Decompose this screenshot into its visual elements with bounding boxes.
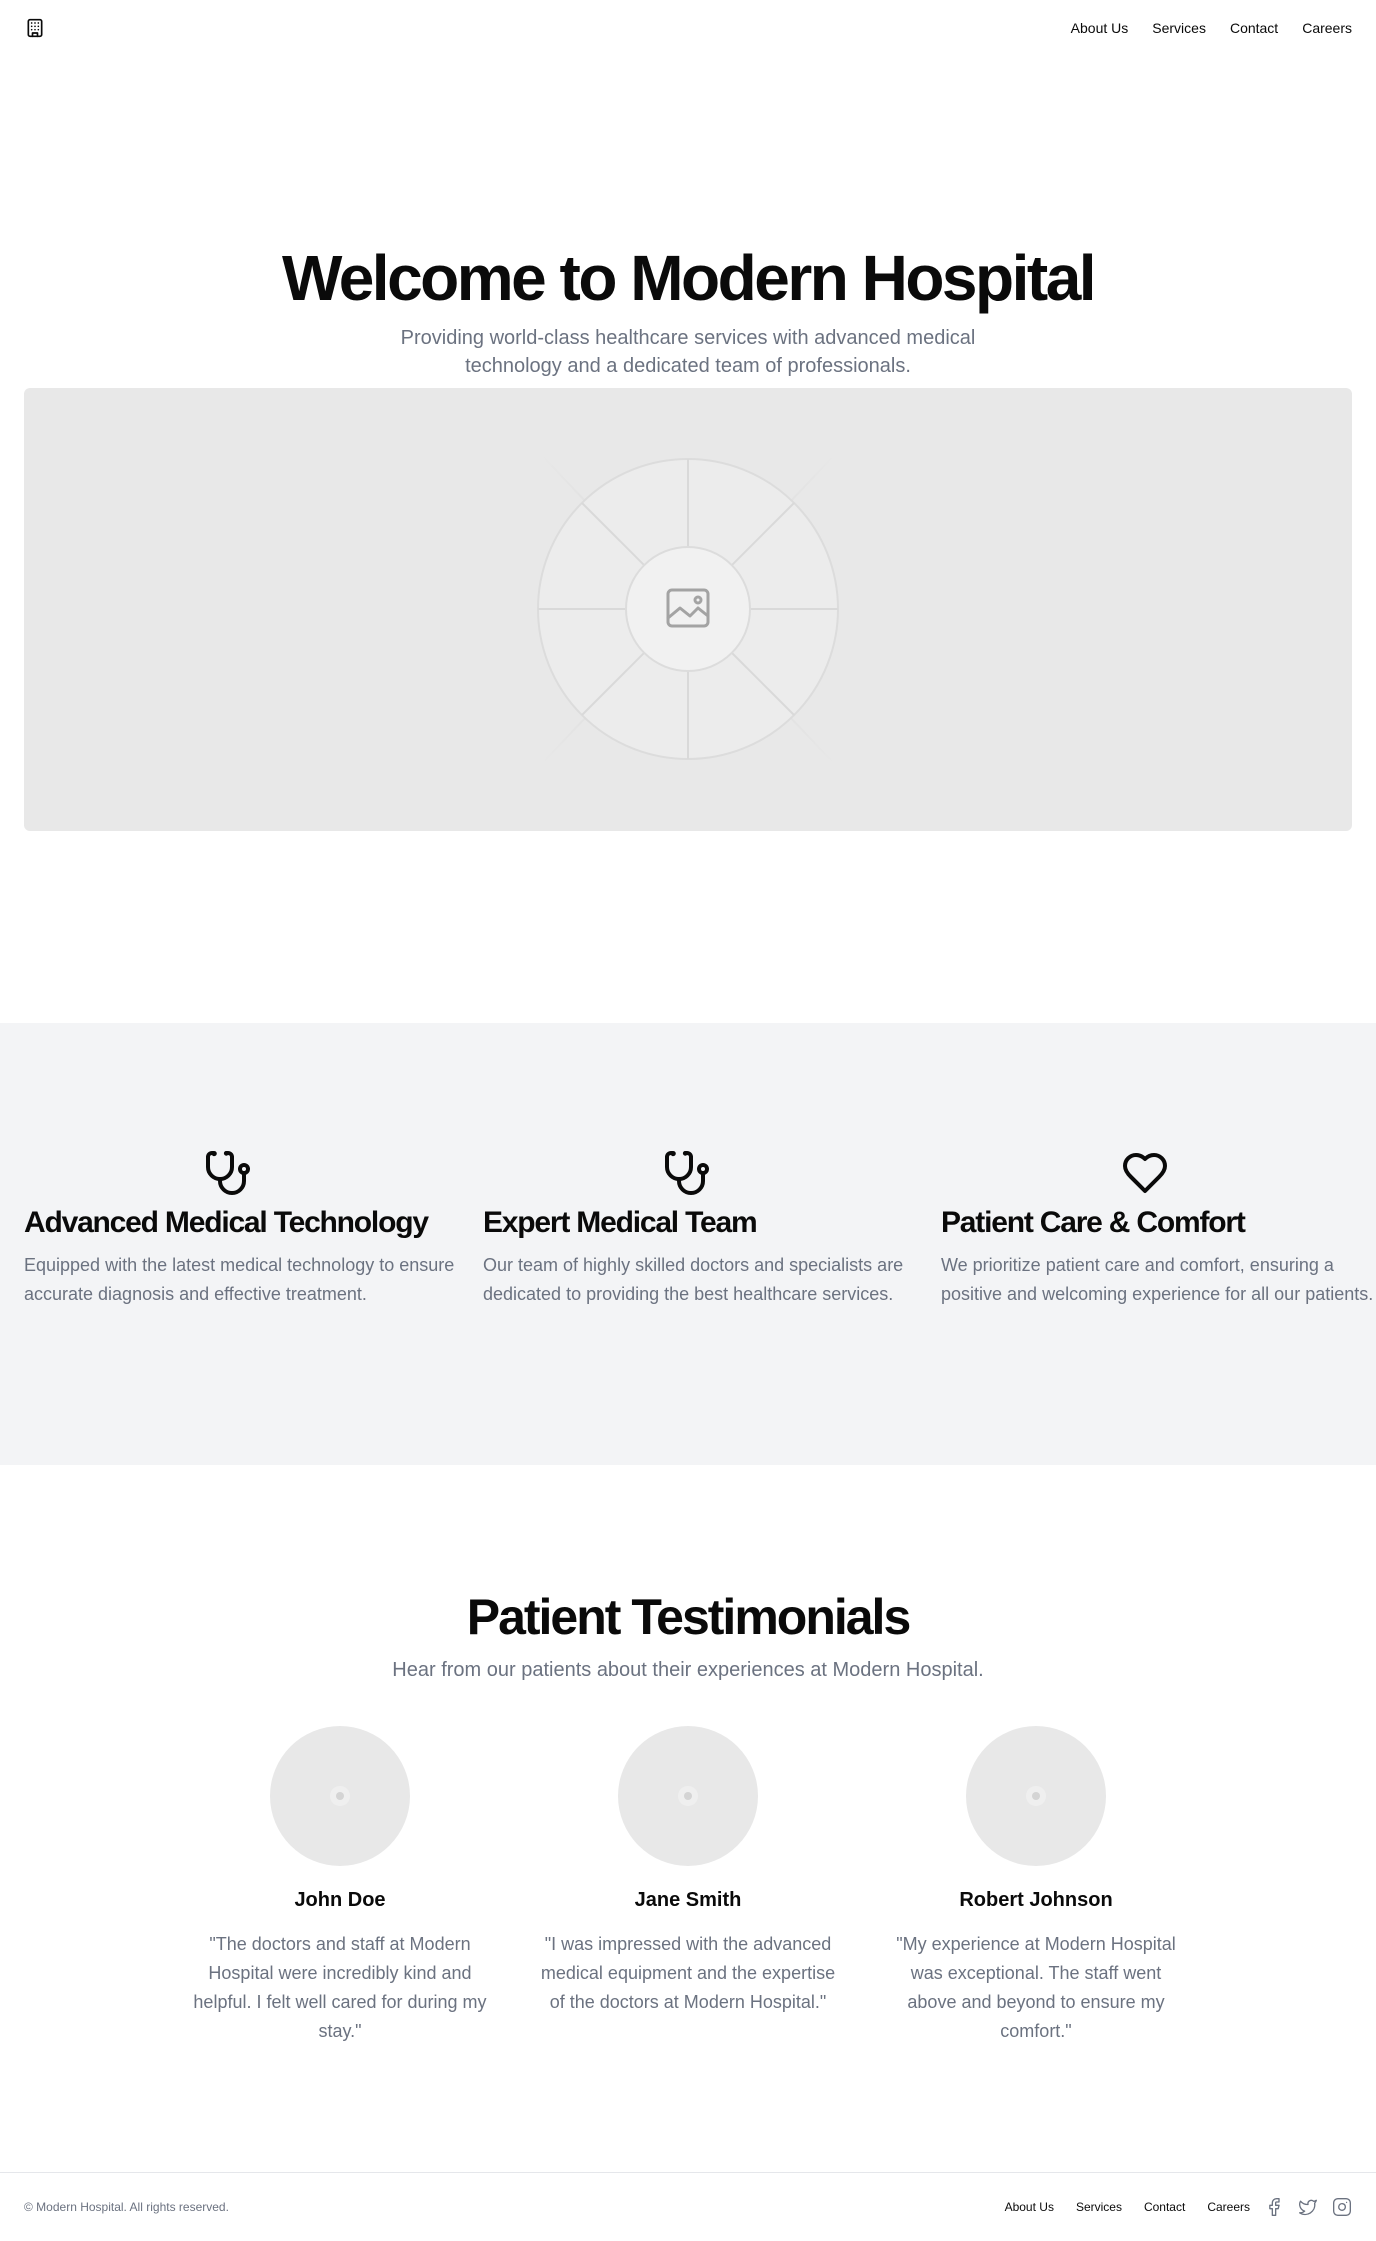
feature-title: Expert Medical Team: [483, 1206, 758, 1239]
site-header: About Us Services Contact Careers: [0, 0, 1376, 56]
footer-nav-contact[interactable]: Contact: [1144, 2200, 1185, 2214]
stethoscope-icon: [665, 1151, 709, 1195]
stethoscope-icon: [206, 1151, 250, 1195]
feature-card: Patient Care & Comfort We prioritize pat…: [941, 1149, 1376, 1309]
footer-nav-careers[interactable]: Careers: [1207, 2200, 1250, 2214]
hospital-building-icon[interactable]: [24, 17, 46, 39]
instagram-icon[interactable]: [1332, 2197, 1352, 2217]
testimonial-quote: "I was impressed with the advanced medic…: [540, 1934, 836, 2012]
testimonials-section: Patient Testimonials Hear from our patie…: [0, 1580, 1376, 2041]
site-footer: © Modern Hospital. All rights reserved. …: [0, 2172, 1376, 2241]
testimonial-name: Robert Johnson: [959, 1889, 1113, 1911]
hero-subtitle: Providing world-class healthcare service…: [400, 327, 976, 377]
copyright-text: © Modern Hospital. All rights reserved.: [24, 2200, 229, 2214]
testimonial-quote: "The doctors and staff at Modern Hospita…: [193, 1934, 487, 2041]
social-links: [1264, 2197, 1352, 2217]
testimonial-card: Jane Smith "I was impressed with the adv…: [538, 1726, 838, 2017]
testimonials-title: Patient Testimonials: [466, 1589, 912, 1645]
testimonial-name: Jane Smith: [634, 1889, 742, 1911]
twitter-icon[interactable]: [1298, 2197, 1318, 2217]
testimonial-card: John Doe "The doctors and staff at Moder…: [190, 1726, 490, 2046]
nav-services[interactable]: Services: [1152, 20, 1206, 36]
footer-nav-services[interactable]: Services: [1076, 2200, 1122, 2214]
nav-contact[interactable]: Contact: [1230, 20, 1278, 36]
testimonial-quote: "My experience at Modern Hospital was ex…: [896, 1934, 1176, 2041]
features-section: Advanced Medical Technology Equipped wit…: [0, 1023, 1376, 1465]
nav-about-us[interactable]: About Us: [1071, 20, 1129, 36]
testimonial-card: Robert Johnson "My experience at Modern …: [886, 1726, 1186, 2046]
testimonials-subtitle: Hear from our patients about their exper…: [392, 1659, 984, 1681]
main-nav: About Us Services Contact Careers: [1071, 20, 1352, 36]
footer-nav-about-us[interactable]: About Us: [1005, 2200, 1054, 2214]
testimonial-name: John Doe: [294, 1889, 386, 1911]
heart-icon: [1123, 1153, 1167, 1193]
avatar: [966, 1726, 1106, 1866]
hero-title: Welcome to Modern Hospital: [281, 242, 1097, 314]
feature-card: Expert Medical Team Our team of highly s…: [483, 1149, 923, 1309]
feature-title: Advanced Medical Technology: [24, 1206, 429, 1239]
avatar: [270, 1726, 410, 1866]
nav-careers[interactable]: Careers: [1302, 20, 1352, 36]
footer-nav: About Us Services Contact Careers: [1005, 2197, 1352, 2217]
facebook-icon[interactable]: [1264, 2197, 1284, 2217]
image-placeholder-graphic: [477, 388, 899, 831]
feature-text: Equipped with the latest medical technol…: [24, 1255, 455, 1304]
feature-card: Advanced Medical Technology Equipped wit…: [24, 1149, 464, 1309]
hero-section: Welcome to Modern Hospital Providing wor…: [0, 232, 1376, 380]
feature-title: Patient Care & Comfort: [941, 1206, 1246, 1239]
avatar: [618, 1726, 758, 1866]
feature-text: We prioritize patient care and comfort, …: [941, 1255, 1374, 1304]
feature-text: Our team of highly skilled doctors and s…: [483, 1255, 904, 1304]
hero-image-placeholder: [24, 388, 1352, 831]
